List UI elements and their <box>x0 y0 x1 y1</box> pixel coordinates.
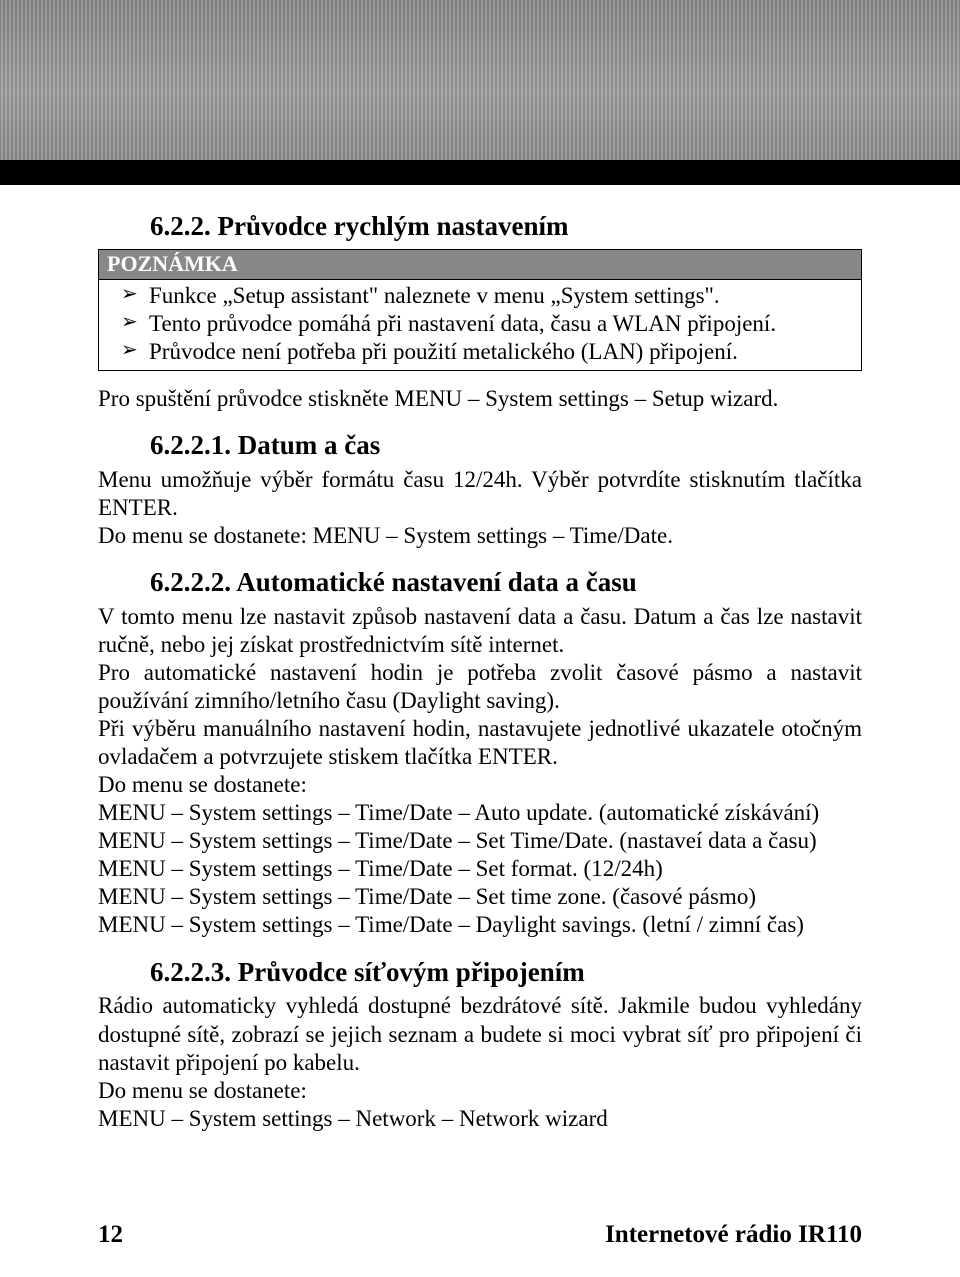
heading-title: Průvodce síťovým připojením <box>238 957 585 987</box>
note-box: POZNÁMKA Funkce „Setup assistant" nalezn… <box>98 249 862 371</box>
heading-title: Automatické nastavení data a času <box>236 567 637 597</box>
page-number: 12 <box>98 1221 123 1249</box>
paragraph-launch-wizard: Pro spuštění průvodce stiskněte MENU – S… <box>98 385 862 413</box>
paragraph: Do menu se dostanete: <box>98 1077 862 1105</box>
note-item: Funkce „Setup assistant" naleznete v men… <box>107 282 853 310</box>
menu-path-line: MENU – System settings – Time/Date – Aut… <box>98 799 862 827</box>
note-body: Funkce „Setup assistant" naleznete v men… <box>99 280 861 370</box>
menu-path-line: MENU – System settings – Time/Date – Set… <box>98 855 862 883</box>
paragraph: Menu umožňuje výběr formátu času 12/24h.… <box>98 466 862 522</box>
heading-title: Datum a čas <box>238 430 381 460</box>
page-footer: 12 Internetové rádio IR110 <box>98 1221 862 1249</box>
document-page: 6.2.2. Průvodce rychlým nastavením POZNÁ… <box>0 0 960 1277</box>
menu-path-line: MENU – System settings – Time/Date – Day… <box>98 911 862 939</box>
heading-title: Průvodce rychlým nastavením <box>218 211 569 241</box>
heading-number: 6.2.2.2. <box>150 567 231 597</box>
paragraph: Při výběru manuálního nastavení hodin, n… <box>98 715 862 771</box>
paragraph: Do menu se dostanete: <box>98 771 862 799</box>
menu-path-line: MENU – System settings – Time/Date – Set… <box>98 827 862 855</box>
paragraph: Pro automatické nastavení hodin je potře… <box>98 659 862 715</box>
black-divider-band <box>0 160 960 185</box>
paragraph: Rádio automaticky vyhledá dostupné bezdr… <box>98 992 862 1076</box>
heading-number: 6.2.2. <box>150 211 211 241</box>
note-item: Průvodce není potřeba při použití metali… <box>107 338 853 366</box>
brushed-metal-header <box>0 0 960 180</box>
menu-path-line: MENU – System settings – Network – Netwo… <box>98 1105 862 1133</box>
heading-6-2-2-3: 6.2.2.3. Průvodce síťovým připojením <box>150 956 862 989</box>
menu-path-line: MENU – System settings – Time/Date – Set… <box>98 883 862 911</box>
paragraph: V tomto menu lze nastavit způsob nastave… <box>98 603 862 659</box>
heading-number: 6.2.2.3. <box>150 957 231 987</box>
heading-6-2-2-1: 6.2.2.1. Datum a čas <box>150 429 862 462</box>
note-item: Tento průvodce pomáhá při nastavení data… <box>107 310 853 338</box>
heading-6-2-2-2: 6.2.2.2. Automatické nastavení data a ča… <box>150 566 862 599</box>
heading-6-2-2: 6.2.2. Průvodce rychlým nastavením <box>150 210 862 243</box>
paragraph: Do menu se dostanete: MENU – System sett… <box>98 522 862 550</box>
page-content: 6.2.2. Průvodce rychlým nastavením POZNÁ… <box>0 180 960 1133</box>
heading-number: 6.2.2.1. <box>150 430 231 460</box>
note-label: POZNÁMKA <box>99 250 861 280</box>
product-name: Internetové rádio IR110 <box>605 1221 862 1249</box>
